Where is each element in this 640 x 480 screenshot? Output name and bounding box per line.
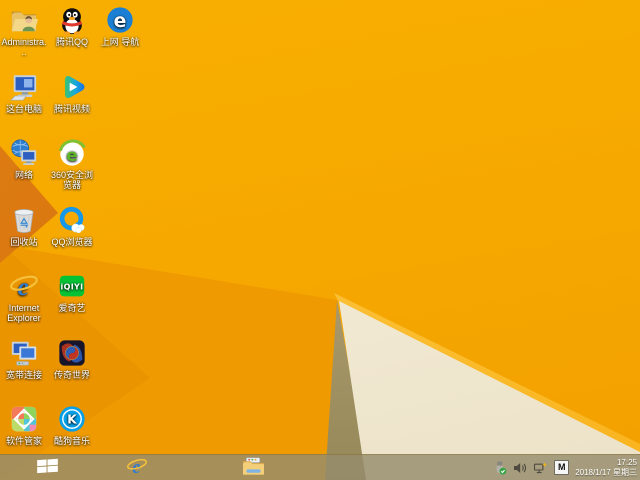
iqiyi-icon: iQIYI: [49, 271, 95, 301]
desktop-icon-label: QQ浏览器: [51, 237, 93, 247]
svg-text:K: K: [67, 413, 77, 427]
desktop-icon-administrator[interactable]: Administra...: [1, 5, 47, 57]
desktop-icon-recycle-bin[interactable]: 回收站: [1, 205, 47, 247]
desktop-icon-qq-browser[interactable]: QQ浏览器: [49, 205, 95, 247]
taskbar-clock[interactable]: 17:25 2018/1/17 星期三: [575, 458, 637, 477]
desktop-icon-web-navigation[interactable]: e 上网 导航: [97, 5, 143, 47]
desktop-icon-label: 爱奇艺: [58, 303, 86, 313]
desktop-icon-this-pc[interactable]: 这台电脑: [1, 72, 47, 114]
desktop-icon-internet-explorer[interactable]: e Internet Explorer: [1, 271, 47, 323]
desktop-icon-software-manager[interactable]: 软件管家: [1, 404, 47, 446]
desktop-icon-kugou-music[interactable]: K 酷狗音乐: [49, 404, 95, 446]
desktop-icon-label: Internet Explorer: [7, 303, 41, 323]
desktop-icon-label: 传奇世界: [53, 370, 90, 380]
desktop-icon-label: 回收站: [10, 237, 38, 247]
software-manager-icon: [1, 404, 47, 434]
desktop-icon-label: 腾讯视频: [53, 104, 90, 114]
game-dragon-icon: [49, 338, 95, 368]
qq-browser-icon: [49, 205, 95, 235]
desktop-icon-label: Administra...: [1, 37, 47, 57]
desktop-icon-label: 酷狗音乐: [53, 436, 90, 446]
network-globe-icon: [1, 138, 47, 168]
file-explorer-folder-icon: [242, 457, 265, 479]
internet-explorer-icon: e: [126, 455, 148, 480]
desktop-icon-tencent-qq[interactable]: 腾讯QQ: [49, 5, 95, 47]
desktop-icon-broadband[interactable]: 宽带连接: [1, 338, 47, 380]
computer-icon: [1, 72, 47, 102]
broadband-icon: [1, 338, 47, 368]
windows-logo-icon: [36, 458, 58, 477]
system-tray: M 17:25 2018/1/17 星期三: [493, 455, 637, 480]
desktop-icon-label: 宽带连接: [5, 370, 42, 380]
network-status-warning-icon[interactable]: [533, 461, 548, 475]
desktop-icon-iqiyi[interactable]: iQIYI 爱奇艺: [49, 271, 95, 313]
start-button[interactable]: [27, 455, 67, 480]
tencent-video-icon: [49, 72, 95, 102]
desktop-icon-label: 这台电脑: [5, 104, 42, 114]
recycle-bin-icon: [1, 205, 47, 235]
user-folder-icon: [1, 5, 47, 35]
clock-date: 2018/1/17 星期三: [575, 467, 637, 477]
desktop-icon-tencent-video[interactable]: 腾讯视频: [49, 72, 95, 114]
taskbar-ie-button[interactable]: e: [119, 455, 155, 480]
desktop-icon-legend-world[interactable]: 传奇世界: [49, 338, 95, 380]
desktop-icon-label: 软件管家: [5, 436, 42, 446]
desktop-icon-label: 上网 导航: [100, 37, 140, 47]
desktop-icon-label: 360安全浏览器: [50, 170, 94, 190]
volume-icon[interactable]: [513, 461, 527, 475]
desktop-icon-network[interactable]: 网络: [1, 138, 47, 180]
taskbar-explorer-button[interactable]: [235, 455, 271, 480]
nav-blue-e-icon: e: [97, 5, 143, 35]
desktop-icon-label: 腾讯QQ: [55, 37, 88, 47]
svg-text:e: e: [114, 11, 127, 32]
ime-indicator[interactable]: M: [554, 460, 570, 475]
qq-penguin-icon: [49, 5, 95, 35]
ie-e-icon: e: [1, 271, 47, 301]
desktop-icon-label: 网络: [14, 170, 33, 180]
svg-text:e: e: [66, 145, 77, 165]
desktop: Administra... 腾讯QQ e 上网 导航 这台电脑 腾讯视频 网络 e…: [0, 0, 640, 480]
taskbar: e M 17:25 2018/1/17 星期三: [0, 454, 640, 480]
kugou-icon: K: [49, 404, 95, 434]
clock-time: 17:25: [616, 458, 637, 467]
svg-text:iQIYI: iQIYI: [60, 283, 83, 292]
usb-safely-remove-icon[interactable]: [493, 460, 507, 475]
desktop-icon-360-safe-browser[interactable]: e 360安全浏览器: [49, 138, 95, 190]
browser-360-icon: e: [49, 138, 95, 168]
